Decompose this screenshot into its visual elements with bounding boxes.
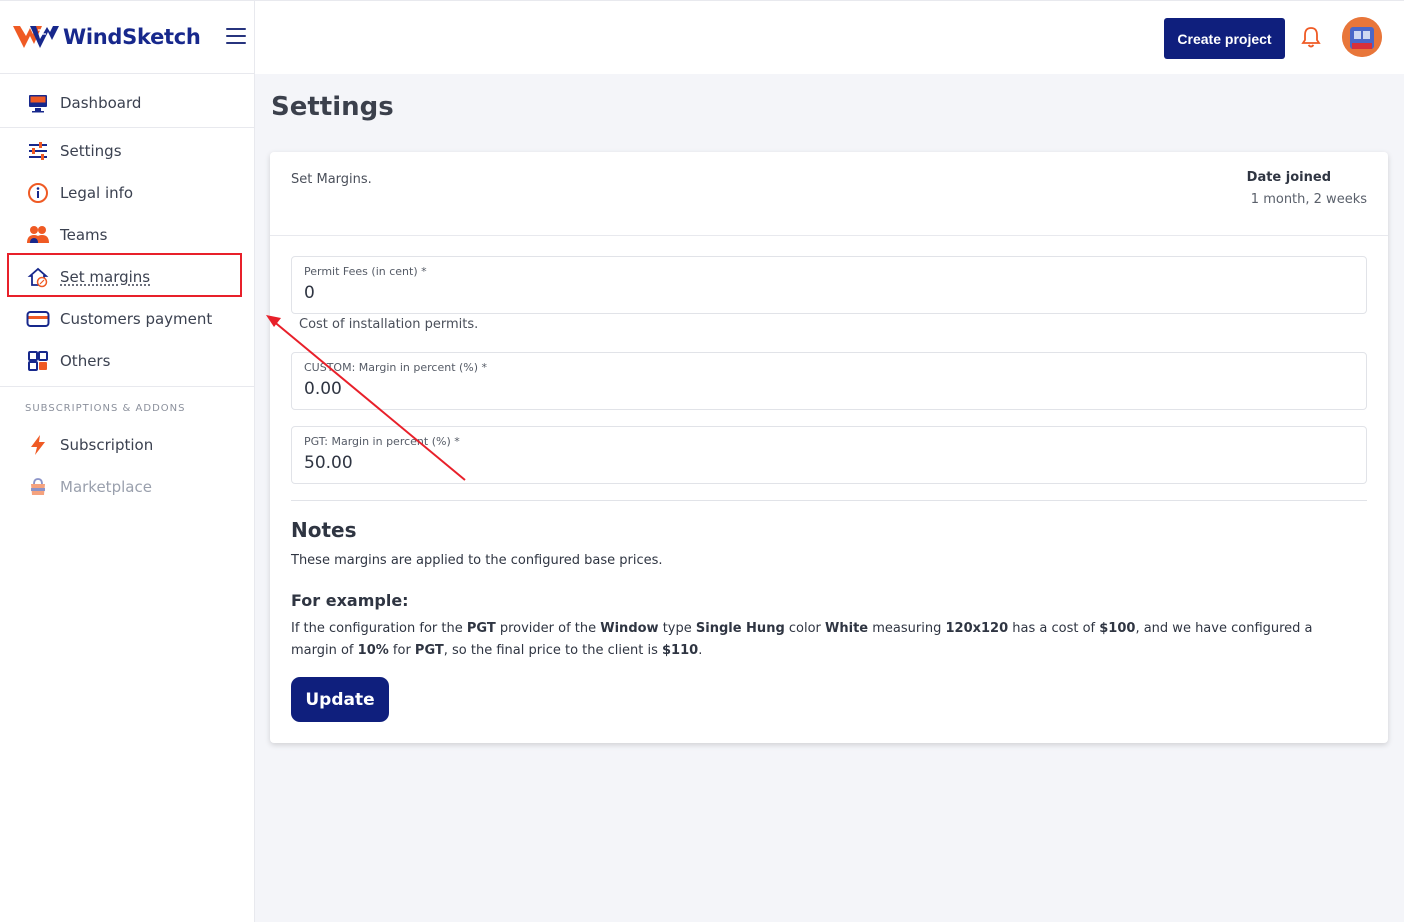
- pgt-margin-field[interactable]: PGT: Margin in percent (%) *: [291, 426, 1367, 484]
- hamburger-menu-icon[interactable]: [226, 28, 246, 44]
- sidebar-item-label: Customers payment: [60, 310, 213, 328]
- sidebar-item-label: Dashboard: [60, 93, 142, 112]
- sidebar-item-label: Legal info: [60, 184, 134, 202]
- notes-text: These margins are applied to the configu…: [291, 553, 663, 568]
- example-title: For example:: [291, 591, 409, 610]
- sidebar-item-label: Teams: [60, 226, 108, 244]
- page-title: Settings: [271, 92, 394, 122]
- sidebar-item-others[interactable]: Others: [0, 340, 254, 382]
- sidebar-item-teams[interactable]: Teams: [0, 214, 254, 256]
- windsketch-logo-icon: [13, 26, 59, 48]
- sidebar: WindSketch Dashboard Settings Legal info: [0, 0, 255, 922]
- nav-group-main: Dashboard: [0, 74, 254, 128]
- date-joined-label: Date joined: [1246, 170, 1331, 185]
- avatar[interactable]: [1342, 17, 1382, 57]
- date-joined-value: 1 month, 2 weeks: [1250, 192, 1367, 207]
- permit-fees-help: Cost of installation permits.: [299, 317, 479, 332]
- sidebar-item-label: Settings: [60, 142, 122, 160]
- custom-margin-field[interactable]: CUSTOM: Margin in percent (%) *: [291, 352, 1367, 410]
- sidebar-item-subscription[interactable]: Subscription: [0, 424, 254, 466]
- sidebar-item-legal-info[interactable]: Legal info: [0, 172, 254, 214]
- monitor-icon: [26, 91, 50, 115]
- sidebar-item-settings[interactable]: Settings: [0, 130, 254, 172]
- sidebar-item-label: Marketplace: [60, 478, 152, 496]
- card-subtitle: Set Margins.: [291, 172, 372, 187]
- divider: [291, 500, 1367, 501]
- permit-fees-input[interactable]: [304, 283, 1344, 303]
- brand-name: WindSketch: [63, 25, 201, 49]
- pgt-margin-label: PGT: Margin in percent (%) *: [304, 435, 460, 448]
- sliders-icon: [26, 139, 50, 163]
- bell-icon[interactable]: [1300, 25, 1322, 49]
- sidebar-item-label: Subscription: [60, 436, 154, 454]
- settings-card: Set Margins. Date joined 1 month, 2 week…: [270, 152, 1388, 743]
- topbar: Create project: [255, 0, 1404, 74]
- sidebar-item-dashboard[interactable]: Dashboard: [0, 74, 254, 127]
- custom-margin-input[interactable]: [304, 379, 1344, 399]
- brand[interactable]: WindSketch: [0, 0, 254, 74]
- annotation-highlight-box: [7, 253, 242, 297]
- pgt-margin-input[interactable]: [304, 453, 1344, 473]
- section-title-subscriptions: SUBSCRIPTIONS & ADDONS: [25, 403, 186, 414]
- users-icon: [26, 223, 50, 247]
- sidebar-item-marketplace[interactable]: Marketplace: [0, 466, 254, 508]
- lightning-icon: [26, 433, 50, 457]
- permit-fees-label: Permit Fees (in cent) *: [304, 265, 427, 278]
- create-project-button[interactable]: Create project: [1164, 18, 1285, 59]
- shopping-bag-icon: [26, 475, 50, 499]
- sidebar-item-customers-payment[interactable]: Customers payment: [0, 298, 254, 340]
- credit-card-icon: [26, 307, 50, 331]
- example-text: If the configuration for the PGT provide…: [291, 621, 1313, 658]
- card-header: Set Margins. Date joined 1 month, 2 week…: [270, 152, 1388, 236]
- notes-title: Notes: [291, 518, 357, 542]
- info-icon: [26, 181, 50, 205]
- custom-margin-label: CUSTOM: Margin in percent (%) *: [304, 361, 488, 374]
- grid-icon: [26, 349, 50, 373]
- permit-fees-field[interactable]: Permit Fees (in cent) *: [291, 256, 1367, 314]
- update-button[interactable]: Update: [291, 677, 389, 722]
- sidebar-item-label: Others: [60, 352, 111, 370]
